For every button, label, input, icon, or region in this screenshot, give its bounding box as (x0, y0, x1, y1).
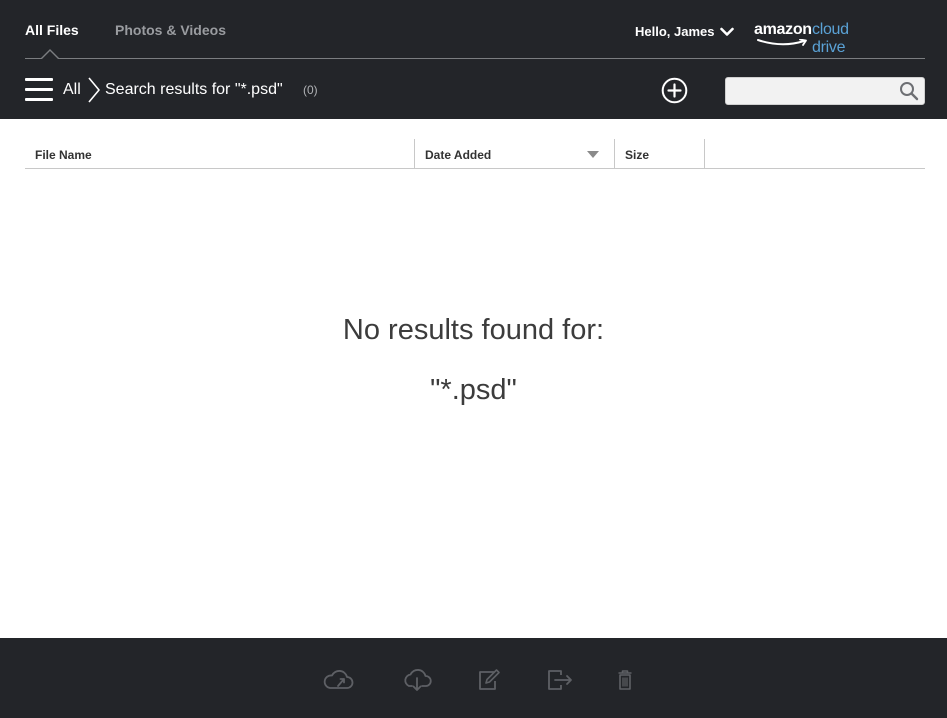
search-box (725, 77, 925, 105)
column-date-added-label: Date Added (425, 148, 492, 162)
action-toolbar (0, 638, 947, 718)
account-menu[interactable]: Hello, James (635, 24, 734, 39)
column-file-name[interactable]: File Name (25, 139, 415, 168)
tab-all-files[interactable]: All Files (25, 22, 79, 38)
hamburger-menu-icon[interactable] (25, 78, 53, 102)
rename-icon[interactable] (475, 668, 507, 692)
sort-descending-icon[interactable] (587, 151, 599, 158)
column-file-name-label: File Name (35, 148, 92, 162)
trash-icon[interactable] (610, 668, 642, 692)
column-size[interactable]: Size (615, 139, 705, 168)
breadcrumb-chevron-icon (88, 77, 100, 103)
greeting-text: Hello, James (635, 24, 715, 39)
breadcrumb-root[interactable]: All (63, 81, 81, 99)
move-icon[interactable] (546, 668, 578, 692)
search-input[interactable] (732, 81, 892, 101)
add-icon[interactable] (661, 77, 688, 104)
amazon-cloud-drive-logo[interactable]: amazon cloud drive (754, 15, 884, 56)
breadcrumb-current: Search results for "*.psd" (105, 81, 283, 98)
logo-cloud-drive-text: cloud drive (812, 21, 849, 56)
top-header: All Files Photos & Videos Hello, James a… (0, 0, 947, 119)
file-table-header: File Name Date Added Size (25, 139, 925, 169)
chevron-down-icon (719, 27, 734, 36)
tab-photos-videos[interactable]: Photos & Videos (115, 22, 226, 38)
cloud-drive-app: All Files Photos & Videos Hello, James a… (0, 0, 947, 718)
amazon-smile-icon (757, 39, 807, 46)
empty-state-query: "*.psd" (430, 374, 517, 406)
column-size-label: Size (625, 148, 650, 162)
upload-icon[interactable] (322, 668, 354, 692)
column-date-added[interactable]: Date Added (415, 139, 615, 168)
search-icon[interactable] (899, 81, 919, 101)
empty-state-title: No results found for: (342, 314, 605, 346)
logo-amazon-text: amazon (754, 21, 812, 38)
result-count: (0) (303, 83, 318, 97)
download-icon[interactable] (401, 668, 433, 692)
